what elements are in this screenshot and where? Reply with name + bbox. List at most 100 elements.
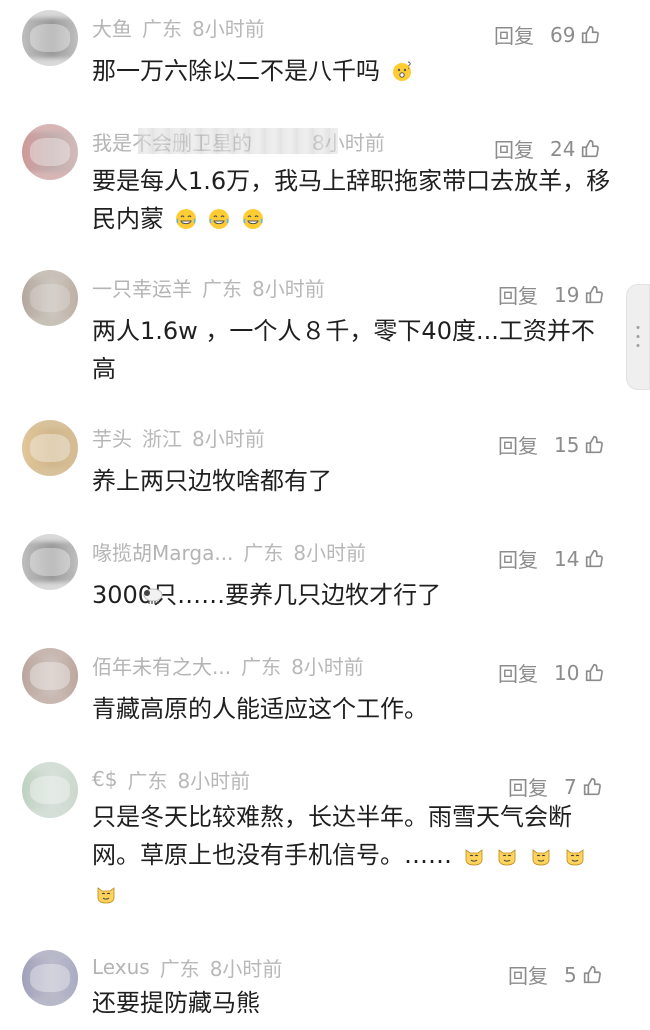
- avatar-highlight: [30, 24, 70, 52]
- comment-actions: 回复 7: [508, 772, 603, 801]
- avatar-highlight: [30, 662, 70, 690]
- avatar[interactable]: [22, 762, 78, 818]
- comment-item-2: 我是不会删卫星的 8小时前 回复 24 要是每人1.6万，我马上辞职拖家带口去放…: [0, 124, 650, 240]
- like-button[interactable]: 10: [554, 661, 605, 685]
- like-button[interactable]: 69: [550, 23, 601, 47]
- comment-actions: 回复 24: [494, 134, 601, 163]
- avatar[interactable]: [22, 10, 78, 66]
- comment-time: 8小时前: [291, 654, 364, 679]
- like-button[interactable]: 15: [554, 433, 605, 457]
- comment-text: 3000只……要养几只边牧才行了: [92, 576, 612, 614]
- avatar[interactable]: [22, 270, 78, 326]
- reply-button[interactable]: 回复: [508, 772, 548, 801]
- thumbs-up-icon: [583, 434, 605, 456]
- like-count: 7: [564, 774, 577, 799]
- reply-button[interactable]: 回复: [498, 430, 538, 459]
- commenter-name[interactable]: 喙揽胡Marga...: [92, 537, 233, 566]
- comment-meta: 一只幸运羊 广东 8小时前: [92, 272, 325, 302]
- thumbs-up-icon: [581, 776, 603, 798]
- commenter-name[interactable]: 我是不会删卫星的: [92, 127, 302, 156]
- comment-meta: 喙揽胡Marga... 广东 8小时前: [92, 536, 366, 566]
- comment-item-4: 芋头 浙江 8小时前 回复 15 养上两只边牧啥都有了: [0, 420, 650, 498]
- comment-time: 8小时前: [177, 768, 251, 793]
- comment-meta: Lexus 广东 8小时前: [92, 952, 282, 982]
- comment-actions: 回复 69: [494, 20, 601, 49]
- like-count: 19: [554, 282, 580, 307]
- reply-button[interactable]: 回复: [494, 134, 534, 163]
- thumbs-up-icon: [583, 548, 605, 570]
- comment-item-5: 喙揽胡Marga... 广东 8小时前 回复 14 3000只……要养几只边牧才…: [0, 534, 650, 614]
- avatar-highlight: [30, 138, 70, 166]
- avatar-highlight: [30, 284, 70, 312]
- comment-time: 8小时前: [252, 276, 325, 301]
- avatar[interactable]: [22, 124, 78, 180]
- comment-item-1: 大鱼 广东 8小时前 回复 69 那一万六除以二不是八千吗: [0, 10, 650, 120]
- like-count: 15: [554, 432, 580, 457]
- like-button[interactable]: 7: [564, 775, 603, 799]
- comment-text-content: 还要提防藏马熊: [92, 989, 260, 1017]
- like-count: 10: [554, 660, 580, 685]
- commenter-name[interactable]: 佰年未有之大...: [92, 651, 231, 680]
- shocked-face-icon: [390, 59, 414, 83]
- comment-item-3: 一只幸运羊 广东 8小时前 回复 19 两人1.6w ，一个人８千，零下40度.…: [0, 270, 650, 386]
- comment-text: 要是每人1.6万，我马上辞职拖家带口去放羊，移民内蒙: [92, 162, 612, 238]
- commenter-name[interactable]: 大鱼: [92, 13, 132, 42]
- like-button[interactable]: 5: [564, 963, 603, 987]
- commenter-name[interactable]: 芋头: [92, 423, 132, 452]
- commenter-region: 广东: [127, 768, 168, 793]
- comment-text-content: 要是每人1.6万，我马上辞职拖家带口去放羊，移民内蒙: [92, 167, 611, 233]
- like-button[interactable]: 14: [554, 547, 605, 571]
- comment-time: 8小时前: [192, 16, 265, 41]
- sheep-icon: [141, 583, 165, 607]
- comment-meta: €$ 广东 8小时前: [92, 764, 250, 794]
- like-count: 24: [550, 136, 576, 161]
- reply-button[interactable]: 回复: [498, 280, 538, 309]
- laughing-face-icon: [174, 207, 198, 231]
- avatar[interactable]: [22, 420, 78, 476]
- comment-time: 8小时前: [293, 540, 367, 565]
- comment-meta: 佰年未有之大... 广东 8小时前: [92, 650, 364, 680]
- like-button[interactable]: 24: [550, 137, 601, 161]
- comment-item-6: 佰年未有之大... 广东 8小时前 回复 10 青藏高原的人能适应这个工作。: [0, 648, 650, 728]
- comment-actions: 回复 15: [498, 430, 605, 459]
- reply-button[interactable]: 回复: [494, 20, 534, 49]
- commenter-region: 浙江: [142, 426, 182, 451]
- comment-meta: 大鱼 广东 8小时前: [92, 12, 265, 42]
- comment-actions: 回复 10: [498, 658, 605, 687]
- comment-text: 还要提防藏马熊: [92, 984, 612, 1022]
- comment-item-7: €$ 广东 8小时前 回复 7 只是冬天比较难熬，长达半年。雨雪天气会断网。草原…: [0, 762, 650, 916]
- like-count: 14: [554, 546, 580, 571]
- comment-text-content: 两人1.6w ，一个人８千，零下40度...工资并不高: [92, 317, 595, 383]
- avatar[interactable]: [22, 648, 78, 704]
- comment-text-content: 那一万六除以二不是八千吗: [92, 57, 380, 85]
- comment-time: 8小时前: [209, 956, 283, 981]
- comment-time: 8小时前: [192, 426, 265, 451]
- commenter-name[interactable]: €$: [92, 767, 117, 791]
- commenter-region: 广东: [142, 16, 182, 41]
- cat-face-icon: [563, 843, 587, 867]
- comment-time: 8小时前: [312, 130, 385, 155]
- avatar-highlight: [30, 964, 70, 992]
- avatar[interactable]: [22, 534, 78, 590]
- comment-text: 只是冬天比较难熬，长达半年。雨雪天气会断网。草原上也没有手机信号。……: [92, 798, 612, 912]
- commenter-name[interactable]: Lexus: [92, 955, 150, 979]
- comment-text: 那一万六除以二不是八千吗: [92, 52, 612, 90]
- avatar-highlight: [30, 434, 70, 462]
- avatar[interactable]: [22, 950, 78, 1006]
- thumbs-up-icon: [579, 138, 601, 160]
- avatar-highlight: [30, 776, 70, 804]
- commenter-name[interactable]: 一只幸运羊: [92, 273, 192, 302]
- like-count: 5: [564, 962, 577, 987]
- comment-text: 两人1.6w ，一个人８千，零下40度...工资并不高: [92, 312, 612, 388]
- thumbs-up-icon: [581, 964, 603, 986]
- comment-text: 养上两只边牧啥都有了: [92, 462, 612, 500]
- comment-actions: 回复 14: [498, 544, 605, 573]
- reply-button[interactable]: 回复: [498, 658, 538, 687]
- commenter-region: 广东: [241, 654, 282, 679]
- laughing-face-icon: [241, 207, 265, 231]
- cat-face-icon: [495, 843, 519, 867]
- avatar-highlight: [30, 548, 70, 576]
- commenter-region: 广东: [243, 540, 284, 565]
- reply-button[interactable]: 回复: [498, 544, 538, 573]
- like-button[interactable]: 19: [554, 283, 605, 307]
